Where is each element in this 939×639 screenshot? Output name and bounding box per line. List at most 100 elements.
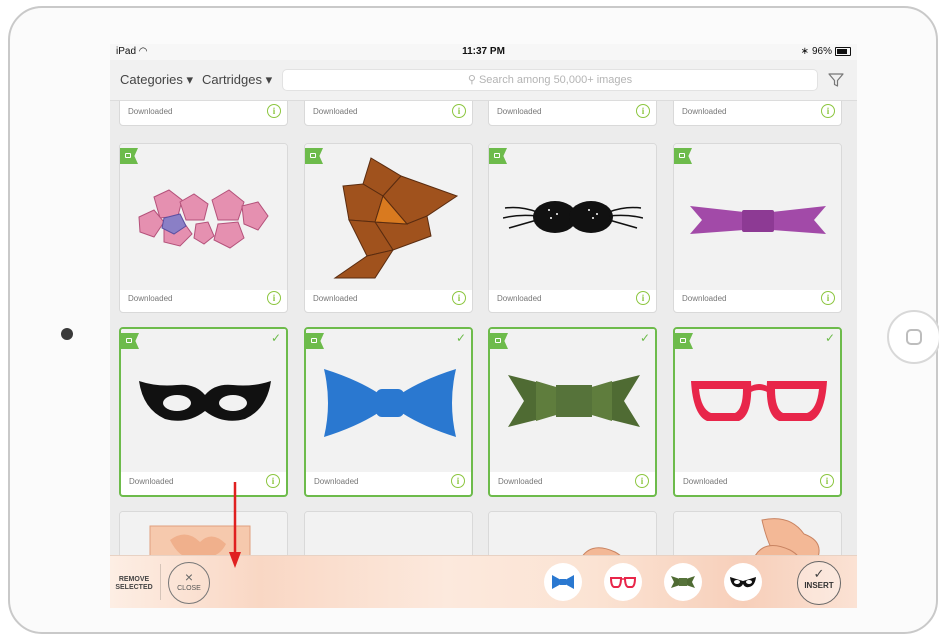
- home-button-square: [906, 329, 922, 345]
- image-card-selected[interactable]: ✓ Downloaded i: [488, 327, 657, 497]
- image-card-selected[interactable]: ✓ Downloaded i: [119, 327, 288, 497]
- tray-divider: [160, 564, 161, 600]
- close-button[interactable]: × CLOSE: [168, 562, 210, 604]
- card-thumbnail: [674, 144, 841, 290]
- black-mask-image: [139, 381, 271, 421]
- card-footer: Downloaded i: [489, 288, 656, 312]
- image-card[interactable]: Downloaded i: [673, 143, 842, 313]
- bluetooth-icon: ∗: [800, 46, 809, 57]
- image-grid: Downloaded i Downloaded i Downloaded i Down…: [110, 101, 857, 608]
- insert-button[interactable]: ✓ INSERT: [797, 561, 841, 605]
- search-icon: ⚲: [467, 74, 476, 86]
- selected-chip-green-bow-tie[interactable]: [664, 563, 702, 601]
- status-time: 11:37 PM: [462, 46, 505, 57]
- lock-flag-icon: [675, 333, 693, 349]
- close-icon: ×: [184, 569, 194, 585]
- filter-icon[interactable]: [828, 72, 844, 88]
- image-card[interactable]: Downloaded i: [488, 143, 657, 313]
- card-status: Downloaded: [682, 107, 727, 116]
- card-status: Downloaded: [497, 294, 542, 303]
- blue-bow-tie-image: [324, 369, 456, 437]
- image-card[interactable]: Downloaded i: [488, 101, 657, 126]
- card-thumbnail: ✓: [490, 329, 655, 472]
- remove-selected-button[interactable]: REMOVE SELECTED: [114, 576, 154, 592]
- battery-percent: 96%: [811, 46, 832, 57]
- cartridges-dropdown[interactable]: Cartridges ▾: [202, 72, 272, 88]
- card-thumbnail: ✓: [306, 329, 471, 472]
- card-footer: Downloaded i: [306, 471, 471, 495]
- image-card-selected[interactable]: ✓ Downloaded i: [673, 327, 842, 497]
- selected-check-icon: ✓: [270, 331, 281, 345]
- selected-check-icon: ✓: [639, 331, 650, 345]
- lock-flag-icon: [306, 333, 324, 349]
- info-icon[interactable]: i: [820, 474, 834, 488]
- front-camera: [61, 328, 73, 340]
- image-card[interactable]: Downloaded i: [304, 143, 473, 313]
- card-thumbnail: [120, 144, 287, 290]
- card-status: Downloaded: [683, 477, 728, 486]
- card-footer: Downloaded i: [120, 288, 287, 312]
- search-input[interactable]: ⚲ Search among 50,000+ images: [282, 69, 818, 91]
- image-card[interactable]: Downloaded i: [673, 101, 842, 126]
- info-icon[interactable]: i: [821, 291, 835, 305]
- info-icon[interactable]: i: [452, 104, 466, 118]
- info-icon[interactable]: i: [635, 474, 649, 488]
- card-status: Downloaded: [129, 477, 174, 486]
- black-mustache-image: [503, 201, 643, 233]
- selected-check-icon: ✓: [824, 331, 835, 345]
- image-card[interactable]: Downloaded i: [119, 101, 288, 126]
- red-glasses-image: [691, 381, 827, 421]
- image-card-selected[interactable]: ✓ Downloaded i: [304, 327, 473, 497]
- red-glasses-icon: [609, 577, 637, 588]
- status-bar: iPad ◠ 11:37 PM ∗ 96%: [110, 44, 857, 60]
- card-thumbnail: [305, 144, 472, 290]
- card-status: Downloaded: [497, 107, 542, 116]
- info-icon[interactable]: i: [636, 104, 650, 118]
- lock-flag-icon: [489, 148, 507, 164]
- info-icon[interactable]: i: [821, 104, 835, 118]
- card-thumbnail: [489, 144, 656, 290]
- green-bow-tie-image: [508, 375, 640, 427]
- categories-dropdown[interactable]: Categories ▾: [120, 72, 193, 88]
- battery-icon: [835, 47, 851, 56]
- card-footer: Downloaded i: [489, 101, 656, 125]
- blue-bow-tie-icon: [552, 575, 574, 589]
- status-right: ∗ 96%: [801, 46, 851, 57]
- card-status: Downloaded: [314, 477, 359, 486]
- lock-flag-icon: [305, 148, 323, 164]
- info-icon[interactable]: i: [267, 104, 281, 118]
- image-card[interactable]: Downloaded i: [119, 143, 288, 313]
- card-footer: Downloaded i: [674, 288, 841, 312]
- black-mask-icon: [730, 577, 756, 588]
- pink-pentagon-net-image: [138, 189, 269, 249]
- card-status: Downloaded: [313, 294, 358, 303]
- card-status: Downloaded: [682, 294, 727, 303]
- image-card[interactable]: Downloaded i: [304, 101, 473, 126]
- selection-tray: REMOVE SELECTED × CLOSE ✓ INSERT: [110, 555, 857, 608]
- info-icon[interactable]: i: [452, 291, 466, 305]
- card-thumbnail: ✓: [675, 329, 840, 472]
- card-footer: Downloaded i: [121, 471, 286, 495]
- nav-bar: Categories ▾ Cartridges ▾ ⚲ Search among…: [110, 60, 857, 101]
- selected-chip-blue-bow-tie[interactable]: [544, 563, 582, 601]
- close-label: CLOSE: [177, 585, 201, 592]
- info-icon[interactable]: i: [267, 291, 281, 305]
- card-status: Downloaded: [498, 477, 543, 486]
- selected-chip-red-glasses[interactable]: [604, 563, 642, 601]
- search-placeholder: Search among 50,000+ images: [478, 74, 633, 86]
- card-footer: Downloaded i: [305, 288, 472, 312]
- info-icon[interactable]: i: [266, 474, 280, 488]
- lock-flag-icon: [674, 148, 692, 164]
- checkmark-icon: ✓: [813, 566, 825, 581]
- info-icon[interactable]: i: [451, 474, 465, 488]
- card-footer: Downloaded i: [674, 101, 841, 125]
- card-footer: Downloaded i: [120, 101, 287, 125]
- home-button[interactable]: [887, 310, 939, 364]
- info-icon[interactable]: i: [636, 291, 650, 305]
- green-bow-tie-icon: [671, 576, 695, 588]
- card-footer: Downloaded i: [305, 101, 472, 125]
- insert-label: INSERT: [804, 581, 834, 590]
- lock-flag-icon: [120, 148, 138, 164]
- card-footer: Downloaded i: [675, 471, 840, 495]
- selected-chip-black-mask[interactable]: [724, 563, 762, 601]
